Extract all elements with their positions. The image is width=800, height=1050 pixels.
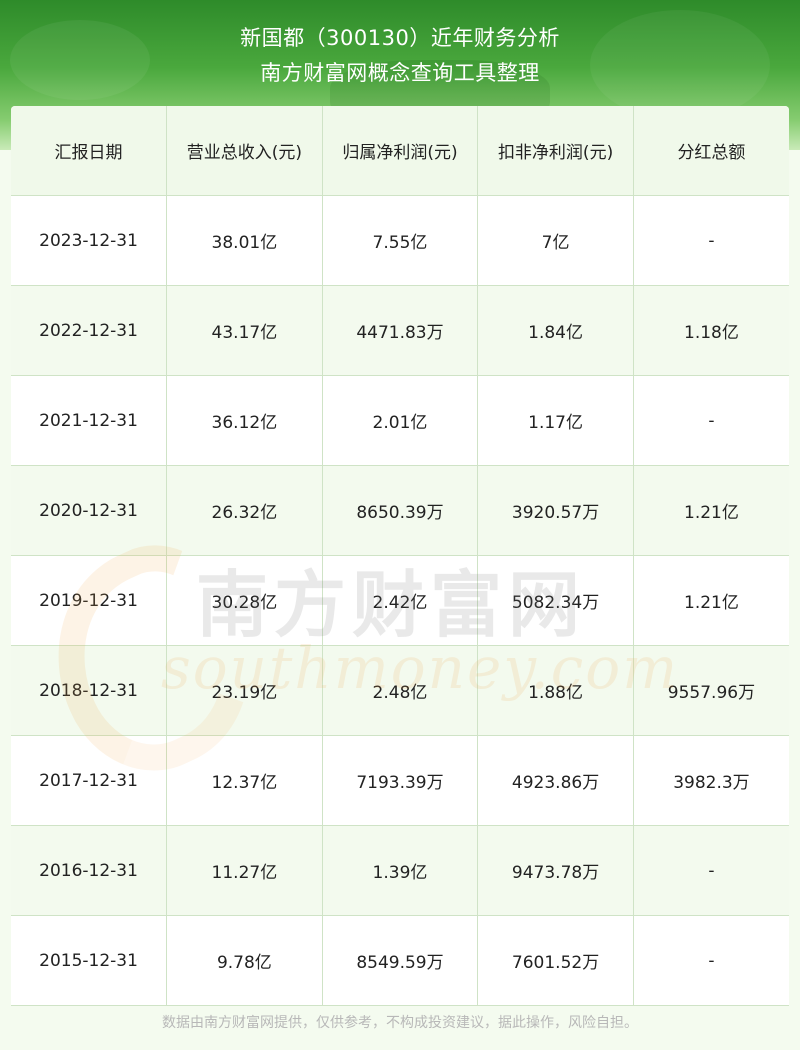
cell-dividend: - [633, 195, 789, 286]
table-row: 2019-12-31 30.28亿 2.42亿 5082.34万 1.21亿 [11, 555, 789, 646]
table-header-row: 汇报日期 营业总收入(元) 归属净利润(元) 扣非净利润(元) 分红总额 [11, 106, 789, 196]
cell-net-profit: 8549.59万 [322, 915, 479, 1006]
column-header-date: 汇报日期 [11, 106, 168, 196]
cell-dividend: - [633, 825, 789, 916]
table-row: 2021-12-31 36.12亿 2.01亿 1.17亿 - [11, 375, 789, 466]
cell-revenue: 36.12亿 [166, 375, 323, 466]
cell-deducted-profit: 3920.57万 [477, 465, 634, 556]
cell-dividend: 1.21亿 [633, 555, 789, 646]
cell-revenue: 30.28亿 [166, 555, 323, 646]
cell-revenue: 43.17亿 [166, 285, 323, 376]
column-header-net-profit: 归属净利润(元) [322, 106, 479, 196]
cell-date: 2022-12-31 [11, 285, 168, 376]
column-header-deducted-profit: 扣非净利润(元) [477, 106, 634, 196]
cell-dividend: 1.18亿 [633, 285, 789, 376]
column-header-dividend: 分红总额 [633, 106, 789, 196]
cell-deducted-profit: 9473.78万 [477, 825, 634, 916]
cell-net-profit: 7.55亿 [322, 195, 479, 286]
cell-deducted-profit: 7601.52万 [477, 915, 634, 1006]
cell-revenue: 12.37亿 [166, 735, 323, 826]
cell-deducted-profit: 7亿 [477, 195, 634, 286]
cell-date: 2019-12-31 [11, 555, 168, 646]
cell-deducted-profit: 1.17亿 [477, 375, 634, 466]
cell-net-profit: 7193.39万 [322, 735, 479, 826]
cell-net-profit: 2.42亿 [322, 555, 479, 646]
cell-dividend: 9557.96万 [633, 645, 789, 736]
column-header-revenue: 营业总收入(元) [166, 106, 323, 196]
table-row: 2018-12-31 23.19亿 2.48亿 1.88亿 9557.96万 [11, 645, 789, 736]
cell-revenue: 38.01亿 [166, 195, 323, 286]
table-row: 2022-12-31 43.17亿 4471.83万 1.84亿 1.18亿 [11, 285, 789, 376]
cell-date: 2018-12-31 [11, 645, 168, 736]
table-row: 2016-12-31 11.27亿 1.39亿 9473.78万 - [11, 825, 789, 916]
page-title: 新国都（300130）近年财务分析 [240, 26, 560, 50]
page-subtitle: 南方财富网概念查询工具整理 [260, 61, 540, 85]
cell-dividend: 3982.3万 [633, 735, 789, 826]
cell-deducted-profit: 1.88亿 [477, 645, 634, 736]
table-row: 2017-12-31 12.37亿 7193.39万 4923.86万 3982.3万 [11, 735, 789, 826]
cell-deducted-profit: 5082.34万 [477, 555, 634, 646]
cell-date: 2023-12-31 [11, 195, 168, 286]
cell-revenue: 26.32亿 [166, 465, 323, 556]
cell-date: 2015-12-31 [11, 915, 168, 1006]
financial-table-card: 汇报日期 营业总收入(元) 归属净利润(元) 扣非净利润(元) 分红总额 202… [11, 106, 789, 1006]
cell-net-profit: 8650.39万 [322, 465, 479, 556]
financial-table: 汇报日期 营业总收入(元) 归属净利润(元) 扣非净利润(元) 分红总额 202… [11, 106, 789, 1006]
cell-net-profit: 4471.83万 [322, 285, 479, 376]
cell-date: 2017-12-31 [11, 735, 168, 826]
table-row: 2023-12-31 38.01亿 7.55亿 7亿 - [11, 195, 789, 286]
cell-net-profit: 2.01亿 [322, 375, 479, 466]
cell-deducted-profit: 4923.86万 [477, 735, 634, 826]
cell-date: 2021-12-31 [11, 375, 168, 466]
disclaimer: 数据由南方财富网提供，仅供参考，不构成投资建议，据此操作，风险自担。 [162, 1015, 638, 1031]
cell-deducted-profit: 1.84亿 [477, 285, 634, 376]
cell-revenue: 23.19亿 [166, 645, 323, 736]
cell-revenue: 9.78亿 [166, 915, 323, 1006]
cell-net-profit: 1.39亿 [322, 825, 479, 916]
cell-dividend: 1.21亿 [633, 465, 789, 556]
table-row: 2015-12-31 9.78亿 8549.59万 7601.52万 - [11, 915, 789, 1006]
cell-net-profit: 2.48亿 [322, 645, 479, 736]
cell-dividend: - [633, 375, 789, 466]
cell-date: 2016-12-31 [11, 825, 168, 916]
cell-dividend: - [633, 915, 789, 1006]
table-row: 2020-12-31 26.32亿 8650.39万 3920.57万 1.21亿 [11, 465, 789, 556]
cell-revenue: 11.27亿 [166, 825, 323, 916]
cell-date: 2020-12-31 [11, 465, 168, 556]
